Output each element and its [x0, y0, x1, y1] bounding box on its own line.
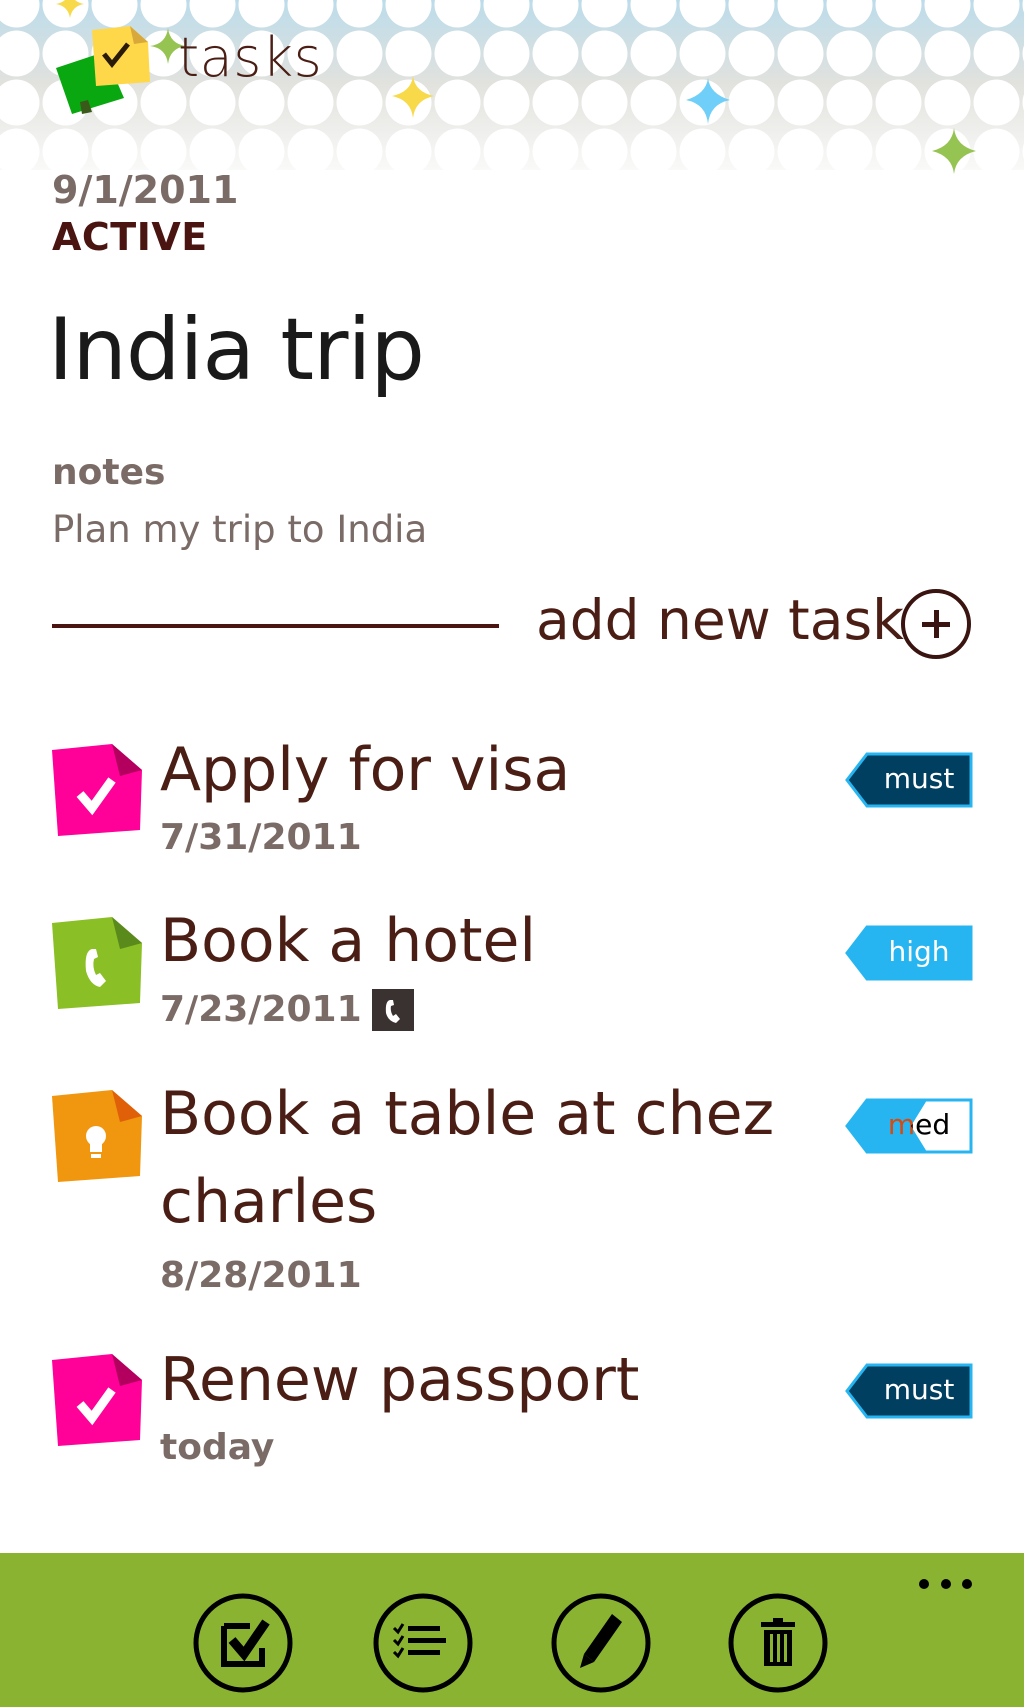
task-lightbulb-icon — [52, 1090, 142, 1182]
task-title-line2: charles — [160, 1167, 378, 1237]
task-title: Book a table at chez charles — [160, 1070, 780, 1246]
notes-text: Plan my trip to India — [52, 508, 428, 551]
plus-circle-icon[interactable] — [900, 588, 972, 660]
priority-tag[interactable]: must — [845, 752, 973, 808]
priority-tag[interactable]: high — [845, 925, 973, 981]
add-new-task-link[interactable]: add new task — [536, 588, 904, 652]
list-status: ACTIVE — [52, 215, 208, 259]
trash-icon[interactable] — [727, 1592, 829, 1694]
list-title: India trip — [48, 300, 425, 400]
priority-tag[interactable]: med — [845, 1098, 973, 1154]
priority-label: must — [883, 1373, 955, 1406]
priority-label: med — [887, 1108, 951, 1141]
priority-tag[interactable]: must — [845, 1363, 973, 1419]
checklist-icon[interactable] — [372, 1592, 474, 1694]
pencil-icon[interactable] — [550, 1592, 652, 1694]
task-title: Book a hotel — [160, 906, 537, 976]
task-date: 7/23/2011 — [160, 989, 362, 1030]
checkbox-icon[interactable] — [192, 1592, 294, 1694]
sticky-notes-checkmark-icon — [56, 26, 150, 114]
task-date: 7/31/2011 — [160, 817, 362, 858]
task-check-icon — [52, 744, 142, 836]
task-title: Renew passport — [160, 1345, 640, 1415]
ellipsis-icon[interactable] — [910, 1572, 980, 1598]
list-date: 9/1/2011 — [52, 168, 239, 212]
task-title-line1: Book a table at chez — [160, 1079, 775, 1149]
task-check-icon — [52, 1354, 142, 1446]
task-date: today — [160, 1427, 275, 1468]
priority-label: high — [888, 935, 950, 968]
phone-icon — [372, 989, 414, 1031]
task-title: Apply for visa — [160, 735, 571, 805]
task-phone-icon — [52, 917, 142, 1009]
notes-label: notes — [52, 452, 166, 493]
priority-label: must — [883, 762, 955, 795]
task-date: 8/28/2011 — [160, 1255, 362, 1296]
app-title: tasks — [178, 26, 323, 89]
divider-line — [52, 624, 499, 628]
app-bar — [0, 1553, 1024, 1707]
